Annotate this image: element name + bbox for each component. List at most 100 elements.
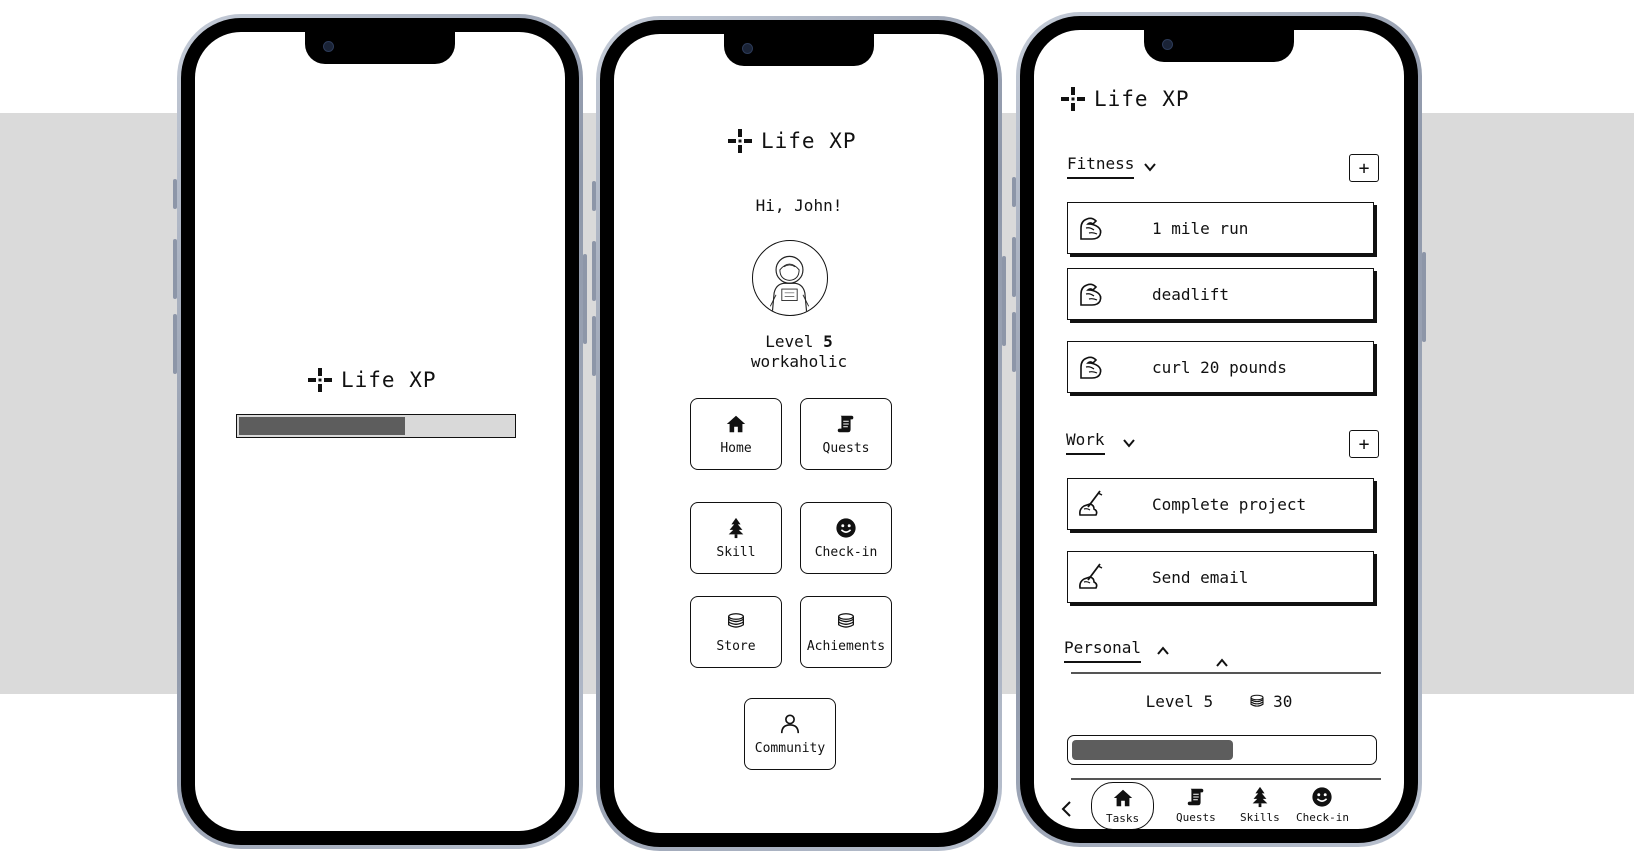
tile-label: Achiements [806, 638, 886, 654]
task-item[interactable]: curl 20 pounds [1067, 341, 1374, 393]
task-label: deadlift [1152, 284, 1230, 304]
greeting-text: Hi, John! [755, 196, 843, 215]
tree-icon [725, 517, 747, 539]
tab-label: Quests [1176, 811, 1216, 824]
status-level: Level 5 [1145, 692, 1214, 711]
tab-check-in[interactable]: Check-in [1296, 786, 1349, 824]
tab-label: Check-in [1296, 811, 1349, 824]
logo-icon [1060, 86, 1086, 112]
flexed-arm-icon [1076, 213, 1106, 243]
check-in-tile[interactable]: Check-in [800, 502, 892, 574]
scroll-icon [835, 413, 857, 435]
skill-tile[interactable]: Skill [690, 502, 782, 574]
coin-count: 30 [1273, 692, 1293, 711]
home-screen: Life XP Hi, John! Level 5 workaholic Hom… [614, 34, 984, 833]
phone-splash: Life XP [173, 14, 587, 849]
coin-balance: 30 [1247, 692, 1292, 711]
notch [1144, 30, 1294, 62]
logo-icon [727, 128, 753, 154]
task-label: Send email [1152, 567, 1249, 587]
task-item[interactable]: Send email [1067, 551, 1374, 603]
task-label: 1 mile run [1152, 218, 1249, 238]
task-item[interactable]: Complete project [1067, 478, 1374, 530]
chevron-down-icon [1121, 435, 1137, 451]
xp-progress-bar [1067, 735, 1377, 765]
tile-label: Quests [822, 440, 870, 456]
section-label: Work [1066, 430, 1105, 455]
coins-icon [835, 611, 857, 633]
tasks-screen: Life XP Fitness + 1 mile run deadlift cu… [1034, 30, 1404, 829]
tab-quests[interactable]: Quests [1176, 786, 1216, 824]
notch [724, 34, 874, 66]
tile-label: Store [716, 638, 756, 654]
section-toggle-fitness[interactable]: Fitness [1067, 154, 1158, 179]
phone-home: Life XP Hi, John! Level 5 workaholic Hom… [592, 16, 1006, 851]
status-divider-top [1071, 672, 1381, 674]
coins-icon [1247, 693, 1267, 711]
tab-label: Skills [1240, 811, 1280, 824]
camera-icon [742, 43, 753, 54]
add-work-task-button[interactable]: + [1349, 430, 1379, 458]
chevron-up-icon [1155, 643, 1171, 659]
phone-tasks: Life XP Fitness + 1 mile run deadlift cu… [1012, 12, 1426, 847]
level-prefix: Level [765, 332, 814, 351]
flexed-arm-icon [1076, 279, 1106, 309]
level-value: 5 [823, 332, 833, 351]
tab-label: Tasks [1106, 812, 1140, 825]
community-tile[interactable]: Community [744, 698, 836, 770]
task-item[interactable]: deadlift [1067, 268, 1374, 320]
tree-icon [1249, 786, 1271, 808]
section-toggle-personal[interactable]: Personal [1064, 638, 1171, 663]
astronaut-icon [769, 255, 810, 315]
app-name: Life XP [1094, 87, 1190, 111]
achievements-tile[interactable]: Achiements [800, 596, 892, 668]
collapse-status-chevron-icon[interactable] [1214, 655, 1230, 671]
chevron-down-icon [1142, 159, 1158, 175]
app-name: Life XP [761, 129, 857, 153]
status-divider-bottom [1071, 778, 1381, 780]
task-label: curl 20 pounds [1152, 357, 1287, 377]
splash-screen: Life XP [195, 32, 565, 831]
person-icon [779, 713, 801, 735]
loading-progress-bar [236, 414, 516, 438]
tile-label: Home [720, 440, 752, 456]
avatar[interactable] [752, 240, 828, 316]
writing-hand-icon [1076, 489, 1106, 519]
app-name: Life XP [341, 368, 437, 392]
bottom-tab-bar: Tasks Quests Skills Check-in [1034, 782, 1404, 829]
notch [305, 32, 455, 64]
section-toggle-work[interactable]: Work [1066, 430, 1137, 455]
tile-label: Community [754, 740, 826, 756]
tile-label: Skill [716, 544, 756, 560]
coins-icon [725, 611, 747, 633]
tile-label: Check-in [814, 544, 878, 560]
player-title: workaholic [750, 352, 848, 371]
camera-icon [323, 41, 334, 52]
house-icon [1112, 787, 1134, 809]
home-tile[interactable]: Home [690, 398, 782, 470]
quests-tile[interactable]: Quests [800, 398, 892, 470]
task-label: Complete project [1152, 494, 1307, 514]
writing-hand-icon [1076, 562, 1106, 592]
smiley-icon [1311, 786, 1333, 808]
house-icon [725, 413, 747, 435]
status-row: Level 5 30 [1034, 692, 1404, 711]
smiley-icon [835, 517, 857, 539]
app-logo: Life XP [307, 367, 437, 393]
store-tile[interactable]: Store [690, 596, 782, 668]
loading-progress-fill [239, 417, 405, 435]
add-fitness-task-button[interactable]: + [1349, 154, 1379, 182]
xp-progress-fill [1072, 740, 1234, 760]
scroll-icon [1185, 786, 1207, 808]
section-label: Personal [1064, 638, 1142, 663]
level-label: Level 5 [614, 332, 984, 351]
flexed-arm-icon [1076, 352, 1106, 382]
app-logo: Life XP [727, 128, 857, 154]
app-logo: Life XP [1060, 86, 1190, 112]
task-item[interactable]: 1 mile run [1067, 202, 1374, 254]
camera-icon [1162, 39, 1173, 50]
tab-tasks[interactable]: Tasks [1091, 782, 1155, 829]
logo-icon [307, 367, 333, 393]
section-label: Fitness [1067, 154, 1135, 179]
tab-skills[interactable]: Skills [1240, 786, 1280, 824]
